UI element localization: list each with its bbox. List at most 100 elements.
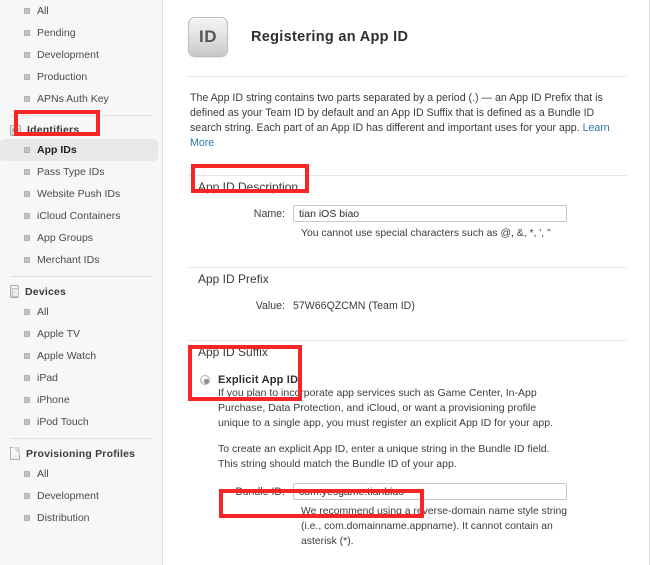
bullet-icon <box>24 30 30 36</box>
sidebar-item-label: Production <box>37 71 88 83</box>
sidebar-item-label: Apple Watch <box>37 350 97 362</box>
bundle-id-field-row: Bundle ID: <box>188 483 627 500</box>
sidebar-group-header-identifiers: ID Identifiers <box>0 121 162 139</box>
bullet-icon <box>24 52 30 58</box>
prefix-value-row: Value: 57W66QZCMN (Team ID) <box>188 300 627 312</box>
explicit-paragraph-1: If you plan to incorporate app services … <box>218 387 554 429</box>
intro-text: The App ID string contains two parts sep… <box>190 92 603 134</box>
sidebar-item-development[interactable]: Development <box>0 44 162 66</box>
name-field-row: Name: <box>188 205 627 222</box>
sidebar-item-label: Development <box>37 49 99 61</box>
app-id-icon: ID <box>188 16 228 57</box>
bundle-id-input[interactable] <box>293 483 567 500</box>
sidebar-item-app-groups[interactable]: App Groups <box>0 227 162 249</box>
section-title-app-id-prefix: App ID Prefix <box>198 272 269 286</box>
sidebar-item-ipod-touch[interactable]: iPod Touch <box>0 411 162 433</box>
prefix-value-text: 57W66QZCMN (Team ID) <box>293 300 415 312</box>
sidebar-item-iphone[interactable]: iPhone <box>0 389 162 411</box>
explicit-app-id-label: Explicit App ID <box>218 374 299 386</box>
bullet-icon <box>24 419 30 425</box>
explicit-app-id-radio[interactable] <box>200 375 210 385</box>
sidebar-group-header-provisioning-profiles: Provisioning Profiles <box>0 444 162 463</box>
sidebar-item-label: Distribution <box>37 512 90 524</box>
bullet-icon <box>24 515 30 521</box>
bullet-icon <box>24 96 30 102</box>
sidebar-item-merchant-ids[interactable]: Merchant IDs <box>0 249 162 271</box>
name-label: Name: <box>253 207 285 220</box>
sidebar-item-label: Pending <box>37 27 76 39</box>
sidebar-item-distribution-profiles[interactable]: Distribution <box>0 507 162 529</box>
sidebar-item-label: APNs Auth Key <box>37 93 109 105</box>
sidebar-item-label: Apple TV <box>37 328 80 340</box>
section-app-id-suffix: App ID Suffix Explicit App ID If you pla… <box>188 312 627 549</box>
bullet-icon <box>24 8 30 14</box>
sidebar-item-label: iCloud Containers <box>37 210 121 222</box>
sidebar-item-label: App IDs <box>37 144 77 156</box>
sidebar-divider <box>10 276 152 277</box>
section-app-id-description: App ID Description Name: You cannot use … <box>188 151 627 241</box>
sidebar-item-production[interactable]: Production <box>0 66 162 88</box>
bullet-icon <box>24 309 30 315</box>
name-input[interactable] <box>293 205 567 222</box>
sidebar-item-label: All <box>37 468 49 480</box>
section-app-id-prefix: App ID Prefix Value: 57W66QZCMN (Team ID… <box>188 241 627 312</box>
bullet-icon <box>24 191 30 197</box>
sidebar-item-label: All <box>37 306 49 318</box>
sidebar-group-label: Identifiers <box>27 124 80 136</box>
sidebar-item-all-certificates[interactable]: All <box>0 0 162 22</box>
sidebar-group-label: Devices <box>25 285 67 298</box>
sidebar-item-app-ids[interactable]: App IDs <box>0 139 158 161</box>
bullet-icon <box>24 353 30 359</box>
bullet-icon <box>24 235 30 241</box>
sidebar-group-devices: Devices All Apple TV Apple Watch iPad iP… <box>0 282 162 433</box>
bullet-icon <box>24 213 30 219</box>
explicit-app-id-description: If you plan to incorporate app services … <box>188 386 588 472</box>
sidebar-item-label: All <box>37 5 49 17</box>
sidebar-group-identifiers: ID Identifiers App IDs Pass Type IDs Web… <box>0 121 162 271</box>
bullet-icon <box>24 147 30 153</box>
sidebar-item-apple-watch[interactable]: Apple Watch <box>0 345 162 367</box>
bullet-icon <box>24 471 30 477</box>
sidebar-item-pending[interactable]: Pending <box>0 22 162 44</box>
sidebar-item-label: iPod Touch <box>37 416 89 428</box>
sidebar-item-label: iPad <box>37 372 59 384</box>
sidebar-item-development-profiles[interactable]: Development <box>0 485 162 507</box>
bullet-icon <box>24 331 30 337</box>
sidebar-item-apple-tv[interactable]: Apple TV <box>0 323 162 345</box>
bullet-icon <box>24 257 30 263</box>
sidebar-item-label: Development <box>37 490 99 502</box>
sidebar-item-label: iPhone <box>37 394 70 406</box>
sidebar-item-label: Pass Type IDs <box>37 166 105 178</box>
sidebar-group-provisioning-profiles: Provisioning Profiles All Development Di… <box>0 444 162 529</box>
section-title-app-id-suffix: App ID Suffix <box>198 345 268 359</box>
explicit-paragraph-2: To create an explicit App ID, enter a un… <box>218 443 550 470</box>
main-content: ID Registering an App ID The App ID stri… <box>164 0 649 565</box>
intro-paragraph: The App ID string contains two parts sep… <box>188 77 613 151</box>
sidebar-item-ipad[interactable]: iPad <box>0 367 162 389</box>
page-header: ID Registering an App ID <box>188 0 627 64</box>
id-badge-icon: ID <box>10 124 21 136</box>
sidebar-item-all-profiles[interactable]: All <box>0 463 162 485</box>
bullet-icon <box>24 397 30 403</box>
sidebar-item-label: Website Push IDs <box>37 188 121 200</box>
sidebar-item-all-devices[interactable]: All <box>0 301 162 323</box>
bullet-icon <box>24 493 30 499</box>
bundle-id-label: Bundle ID: <box>235 485 285 498</box>
sidebar-item-icloud-containers[interactable]: iCloud Containers <box>0 205 162 227</box>
page-title: Registering an App ID <box>251 28 409 45</box>
bundle-id-hint: We recommend using a reverse-domain name… <box>301 506 568 547</box>
document-icon <box>10 447 20 460</box>
explicit-app-id-radio-row[interactable]: Explicit App ID <box>188 374 627 386</box>
sidebar-item-label: Merchant IDs <box>37 254 100 266</box>
bullet-icon <box>24 375 30 381</box>
name-hint: You cannot use special characters such a… <box>301 228 551 239</box>
section-title-app-id-description: App ID Description <box>198 180 299 194</box>
sidebar-item-apns-auth-key[interactable]: APNs Auth Key <box>0 88 162 110</box>
sidebar-divider <box>10 115 152 116</box>
sidebar-item-pass-type-ids[interactable]: Pass Type IDs <box>0 161 162 183</box>
sidebar-group-certificates: All Pending Development Production APNs … <box>0 0 162 110</box>
sidebar-item-website-push-ids[interactable]: Website Push IDs <box>0 183 162 205</box>
prefix-value-label: Value: <box>255 300 285 312</box>
sidebar-divider <box>10 438 152 439</box>
sidebar: All Pending Development Production APNs … <box>0 0 163 565</box>
